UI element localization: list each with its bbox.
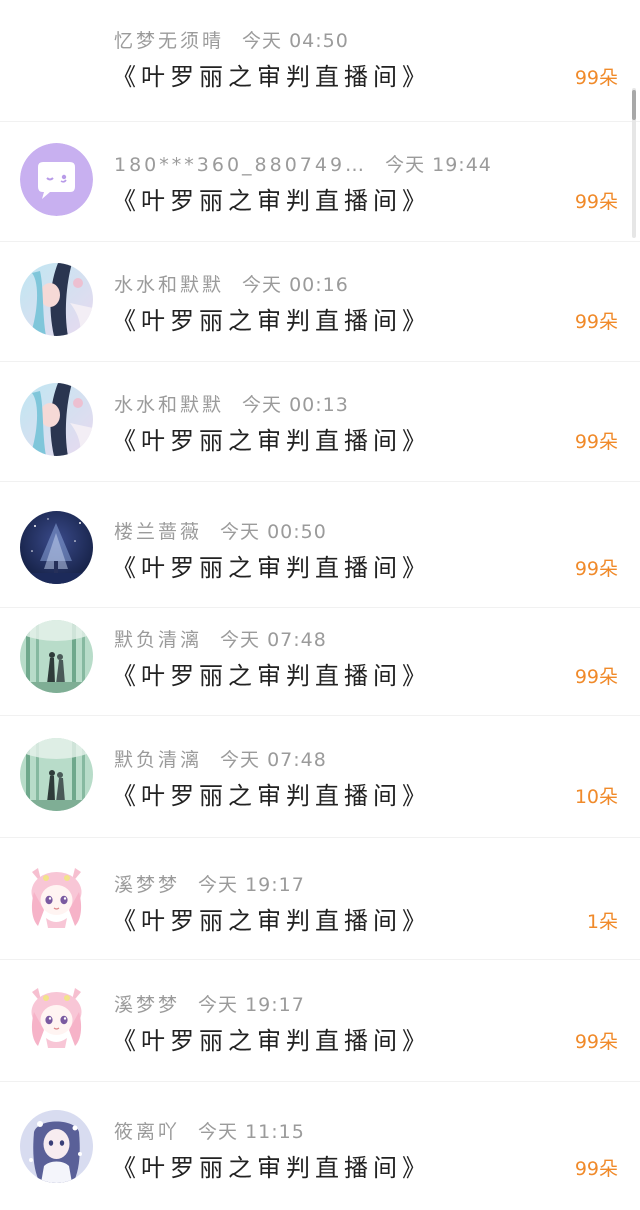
- timestamp: 今天 00:16: [242, 274, 349, 296]
- gift-amount: 99朵: [574, 311, 618, 333]
- user-avatar[interactable]: [20, 738, 93, 811]
- user-avatar[interactable]: [20, 1110, 93, 1183]
- timestamp-time: 11:15: [245, 1121, 305, 1143]
- username[interactable]: 楼兰蔷薇: [114, 521, 202, 543]
- gift-record-row[interactable]: [0, 838, 640, 960]
- user-avatar[interactable]: [20, 620, 93, 693]
- timestamp-time: 07:48: [267, 749, 327, 771]
- gift-amount: 99朵: [574, 67, 618, 89]
- username[interactable]: 水水和默默: [114, 394, 224, 416]
- live-room-title: 《叶罗丽之审判直播间》: [112, 554, 431, 582]
- timestamp-time: 00:50: [267, 521, 327, 543]
- timestamp: 今天 11:15: [198, 1121, 305, 1143]
- avatar-image: [20, 982, 93, 1055]
- user-meta-line: 溪梦梦 今天 19:17: [114, 990, 305, 1017]
- user-meta-line: 筱离吖 今天 11:15: [114, 1117, 305, 1144]
- timestamp-time: 00:13: [289, 394, 349, 416]
- timestamp-day: 今天: [198, 1121, 239, 1143]
- user-meta-line: 溪梦梦 今天 19:17: [114, 870, 305, 897]
- timestamp: 今天 07:48: [220, 629, 327, 651]
- user-meta-line: 180***360_880749… 今天 19:44: [114, 150, 492, 177]
- username[interactable]: 默负清漓: [114, 629, 202, 651]
- timestamp: 今天 04:50: [242, 30, 349, 52]
- gift-amount: 99朵: [574, 1031, 618, 1053]
- live-room-title: 《叶罗丽之审判直播间》: [112, 427, 431, 455]
- live-room-title: 《叶罗丽之审判直播间》: [112, 1154, 431, 1182]
- user-meta-line: 默负清漓 今天 07:48: [114, 625, 327, 652]
- live-room-title: 《叶罗丽之审判直播间》: [112, 782, 431, 810]
- username[interactable]: 溪梦梦: [114, 874, 180, 896]
- avatar-image: [20, 263, 93, 336]
- username[interactable]: 180***360_880749…: [114, 154, 367, 176]
- username[interactable]: 水水和默默: [114, 274, 224, 296]
- timestamp-day: 今天: [242, 394, 283, 416]
- gift-amount: 10朵: [574, 786, 618, 808]
- timestamp-day: 今天: [220, 749, 261, 771]
- timestamp: 今天 19:44: [385, 154, 492, 176]
- avatar-image: [20, 1110, 93, 1183]
- timestamp-time: 00:16: [289, 274, 349, 296]
- timestamp: 今天 19:17: [198, 874, 305, 896]
- user-avatar[interactable]: [20, 383, 93, 456]
- user-avatar[interactable]: [20, 862, 93, 935]
- timestamp-time: 04:50: [289, 30, 349, 52]
- user-avatar[interactable]: [20, 263, 93, 336]
- avatar-image: [20, 383, 93, 456]
- timestamp-time: 19:17: [245, 874, 305, 896]
- user-avatar[interactable]: [20, 143, 93, 216]
- chat-bubble-icon: [20, 143, 93, 216]
- timestamp-day: 今天: [220, 521, 261, 543]
- timestamp-day: 今天: [242, 274, 283, 296]
- user-avatar[interactable]: [20, 982, 93, 1055]
- gift-amount: 99朵: [574, 431, 618, 453]
- live-room-title: 《叶罗丽之审判直播间》: [112, 307, 431, 335]
- timestamp-day: 今天: [198, 874, 239, 896]
- live-room-title: 《叶罗丽之审判直播间》: [112, 63, 431, 91]
- avatar-image: [20, 862, 93, 935]
- user-avatar[interactable]: [20, 511, 93, 584]
- gift-amount: 99朵: [574, 1158, 618, 1180]
- timestamp-time: 07:48: [267, 629, 327, 651]
- avatar-image: [20, 620, 93, 693]
- live-room-title: 《叶罗丽之审判直播间》: [112, 907, 431, 935]
- username[interactable]: 溪梦梦: [114, 994, 180, 1016]
- avatar-image: [20, 738, 93, 811]
- live-room-title: 《叶罗丽之审判直播间》: [112, 1027, 431, 1055]
- live-room-title: 《叶罗丽之审判直播间》: [112, 187, 431, 215]
- username[interactable]: 筱离吖: [114, 1121, 180, 1143]
- gift-amount: 99朵: [574, 666, 618, 688]
- gift-record-row[interactable]: [0, 482, 640, 608]
- user-meta-line: 水水和默默 今天 00:13: [114, 390, 349, 417]
- timestamp-time: 19:44: [432, 154, 492, 176]
- timestamp-day: 今天: [242, 30, 283, 52]
- gift-record-row[interactable]: [0, 1082, 640, 1210]
- username[interactable]: 忆梦无须晴: [114, 30, 224, 52]
- live-room-title: 《叶罗丽之审判直播间》: [112, 662, 431, 690]
- user-meta-line: 默负清漓 今天 07:48: [114, 745, 327, 772]
- gift-amount: 99朵: [574, 558, 618, 580]
- gift-amount: 1朵: [586, 911, 618, 933]
- timestamp-time: 19:17: [245, 994, 305, 1016]
- avatar-image: [20, 511, 93, 584]
- gift-amount: 99朵: [574, 191, 618, 213]
- timestamp: 今天 19:17: [198, 994, 305, 1016]
- timestamp: 今天 00:50: [220, 521, 327, 543]
- user-meta-line: 忆梦无须晴 今天 04:50: [114, 26, 349, 53]
- username[interactable]: 默负清漓: [114, 749, 202, 771]
- timestamp: 今天 00:13: [242, 394, 349, 416]
- timestamp: 今天 07:48: [220, 749, 327, 771]
- user-meta-line: 水水和默默 今天 00:16: [114, 270, 349, 297]
- timestamp-day: 今天: [220, 629, 261, 651]
- timestamp-day: 今天: [198, 994, 239, 1016]
- user-meta-line: 楼兰蔷薇 今天 00:50: [114, 517, 327, 544]
- scrollbar-thumb[interactable]: [632, 90, 636, 120]
- gift-record-list: 忆梦无须晴 今天 04:50 《叶罗丽之审判直播间》 99朵 180***360_88…: [0, 0, 640, 1210]
- timestamp-day: 今天: [385, 154, 426, 176]
